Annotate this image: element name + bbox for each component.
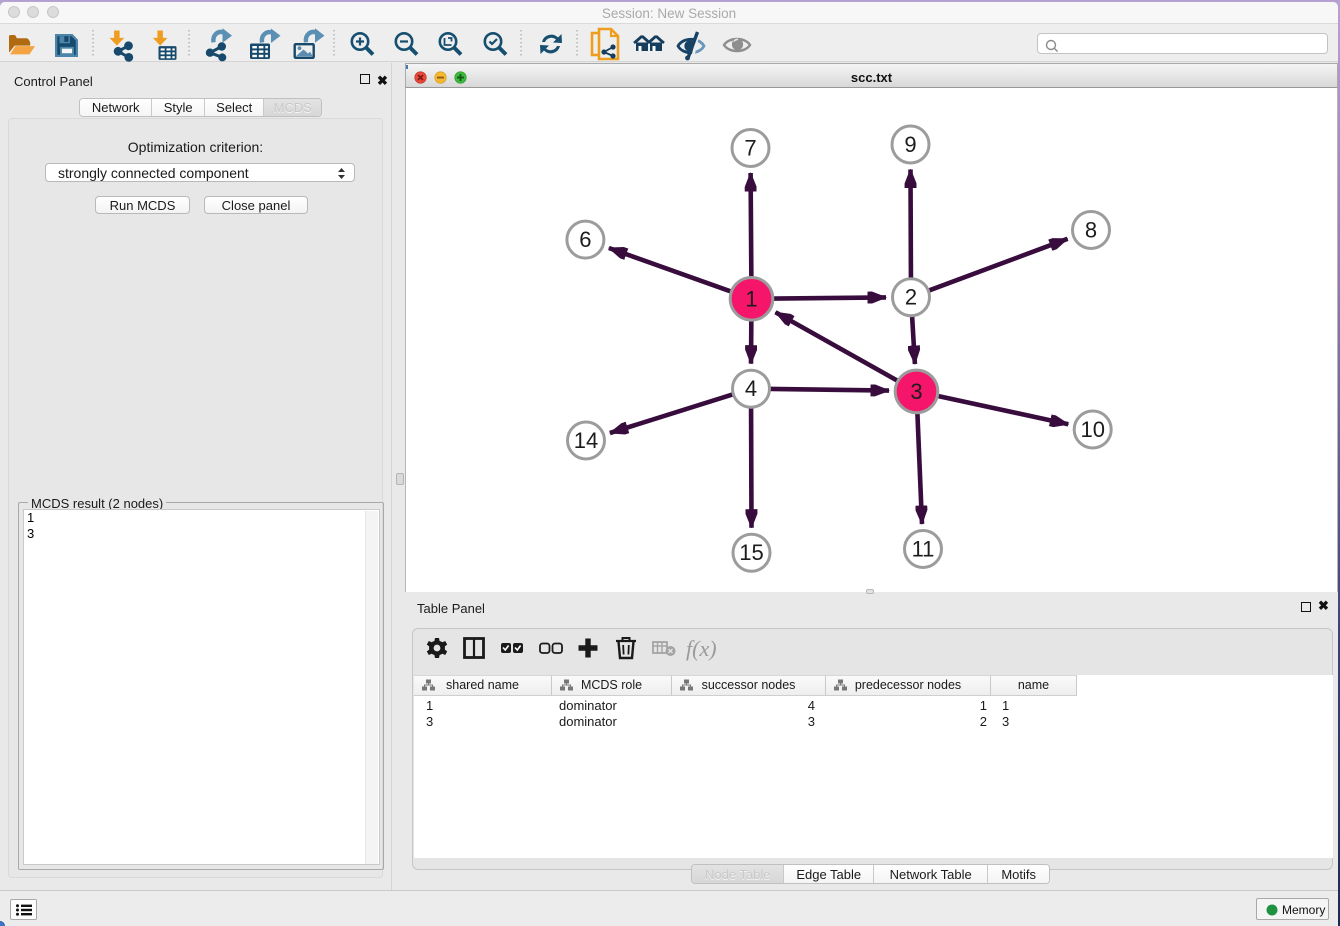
svg-text:8: 8 xyxy=(1085,217,1097,242)
svg-text:15: 15 xyxy=(739,540,763,565)
svg-text:14: 14 xyxy=(574,428,598,453)
svg-text:9: 9 xyxy=(904,132,916,157)
svg-text:4: 4 xyxy=(745,376,757,401)
svg-text:10: 10 xyxy=(1080,417,1104,442)
svg-text:2: 2 xyxy=(905,284,917,309)
svg-text:1: 1 xyxy=(745,286,757,311)
svg-text:7: 7 xyxy=(744,135,756,160)
svg-text:3: 3 xyxy=(910,378,922,403)
svg-text:6: 6 xyxy=(579,227,591,252)
svg-text:f(x): f(x) xyxy=(686,636,717,661)
svg-text:11: 11 xyxy=(912,536,935,561)
